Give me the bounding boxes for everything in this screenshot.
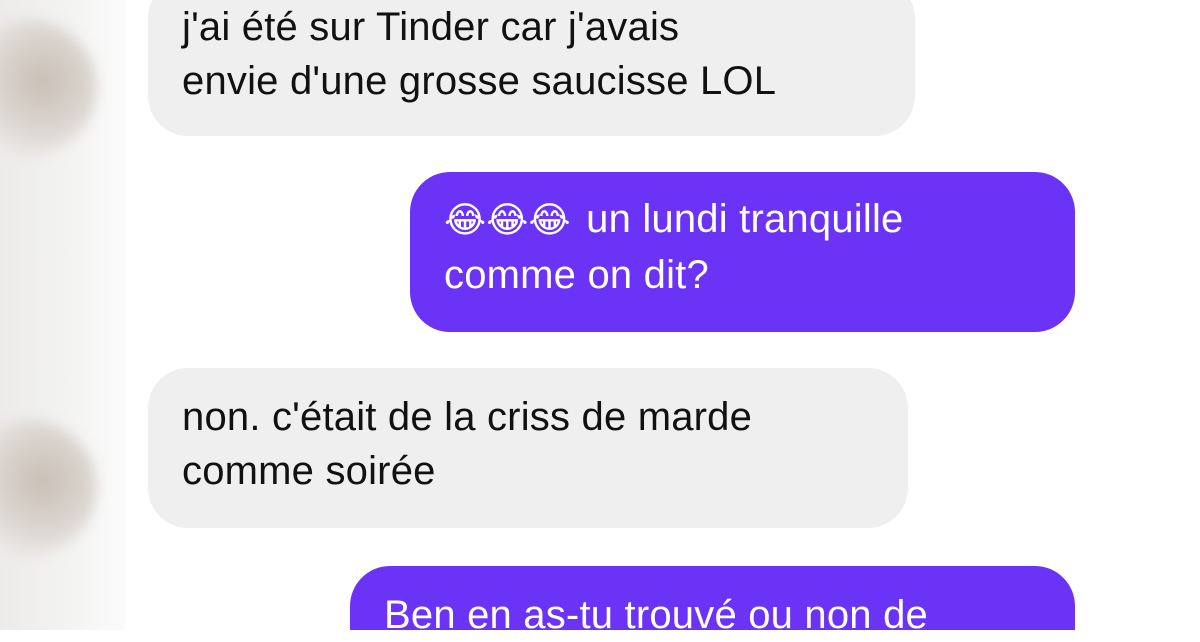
incoming-message-bubble[interactable]: j'ai été sur Tinder car j'avais envie d'… (148, 0, 915, 136)
left-avatar-strip (0, 0, 125, 630)
message-text: comme on dit? (444, 253, 709, 297)
message-text: non. c'était de la criss de marde (182, 395, 753, 439)
message-text: comme soirée (182, 449, 436, 493)
outgoing-message-bubble[interactable]: Ben en as-tu trouvé ou non de (350, 566, 1075, 637)
contact-avatar[interactable] (0, 420, 97, 555)
laughing-emoji-icon: 😂😂😂 (444, 200, 571, 241)
message-text: j'ai été sur Tinder car j'avais (182, 5, 680, 49)
message-text: Ben en as-tu trouvé ou non de (384, 593, 928, 637)
outgoing-message-bubble[interactable]: 😂😂😂 un lundi tranquille comme on dit? (410, 172, 1075, 332)
message-text: un lundi tranquille (586, 197, 904, 241)
incoming-message-bubble[interactable]: non. c'était de la criss de marde comme … (148, 368, 908, 528)
contact-avatar[interactable] (0, 20, 97, 155)
message-text: envie d'une grosse saucisse LOL (182, 59, 777, 103)
